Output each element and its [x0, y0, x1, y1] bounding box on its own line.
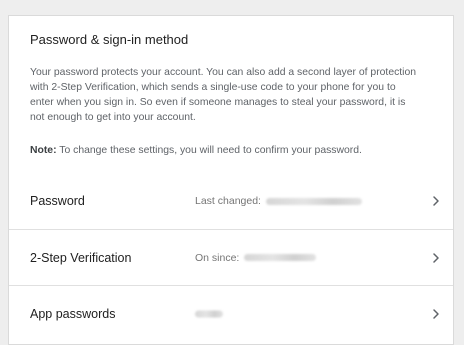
password-signin-card: Password & sign-in method Your password …: [8, 15, 454, 345]
password-last-changed: Last changed:: [195, 195, 362, 207]
section-title: Password & sign-in method: [30, 32, 189, 47]
app-passwords-row[interactable]: App passwords: [9, 285, 453, 341]
two-step-verification-row[interactable]: 2-Step Verification On since:: [9, 229, 453, 285]
on-since-label: On since:: [195, 251, 240, 264]
redacted-date: [265, 197, 362, 205]
password-row[interactable]: Password Last changed:: [9, 173, 453, 229]
two-step-on-since: On since:: [195, 251, 317, 264]
redacted-date: [244, 254, 317, 261]
app-passwords-label: App passwords: [30, 306, 116, 321]
app-passwords-status: [195, 310, 223, 317]
redacted-value: [195, 310, 223, 317]
chevron-right-icon: [433, 196, 439, 206]
section-description: Your password protects your account. You…: [30, 67, 417, 123]
chevron-right-icon: [433, 308, 439, 319]
password-label: Password: [30, 194, 85, 208]
settings-note: Note: To change these settings, you will…: [30, 143, 440, 158]
last-changed-label: Last changed:: [195, 195, 261, 207]
two-step-verification-label: 2-Step Verification: [30, 250, 132, 265]
note-label: Note:: [30, 145, 57, 156]
note-text: To change these settings, you will need …: [56, 145, 362, 156]
chevron-right-icon: [433, 252, 439, 263]
